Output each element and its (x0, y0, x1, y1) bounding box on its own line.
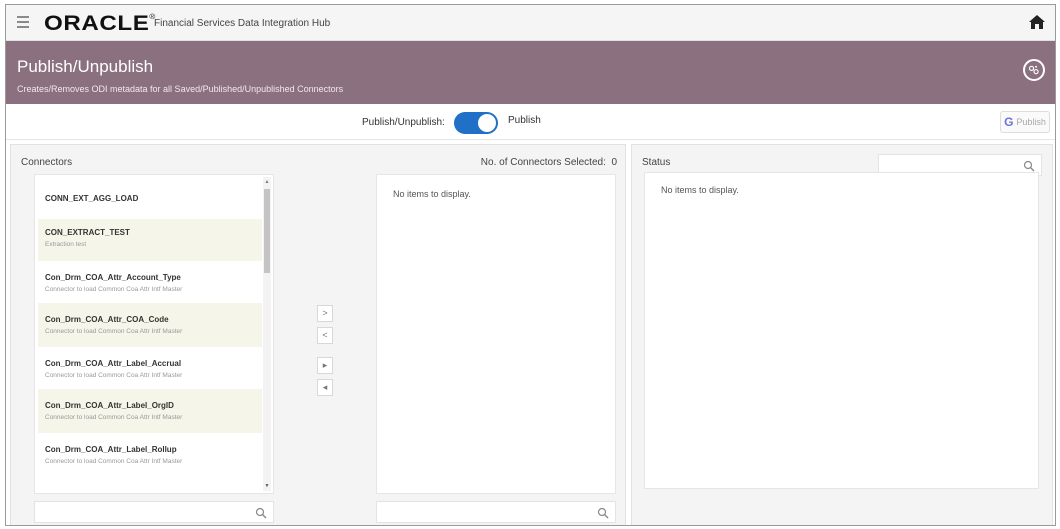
home-icon[interactable] (1028, 14, 1046, 30)
search-icon (597, 507, 609, 519)
empty-message: No items to display. (393, 189, 471, 199)
move-all-right-button[interactable]: ▸ (317, 357, 333, 374)
list-item[interactable]: Con_Drm_COA_Attr_Label_OrgID Connector t… (38, 389, 262, 433)
list-scrollbar[interactable]: ▲ ▼ (263, 177, 271, 491)
list-item[interactable]: Con_Drm_COA_Attr_Label_Rollup Connector … (38, 433, 262, 477)
page-title: Publish/Unpublish (17, 57, 154, 76)
scroll-up-icon[interactable]: ▲ (263, 177, 271, 187)
search-icon (255, 507, 267, 519)
publish-toggle-row: Publish/Unpublish: Publish G Publish (6, 104, 1055, 140)
oracle-logo: ORACLE® (44, 12, 156, 35)
scroll-down-icon[interactable]: ▼ (263, 481, 271, 491)
available-search-input[interactable] (34, 501, 274, 523)
list-item[interactable]: CONN_EXT_AGG_LOAD (38, 185, 262, 215)
app-window: ORACLE® Financial Services Data Integrat… (5, 4, 1056, 526)
publish-button-label: Publish (1016, 117, 1046, 127)
count-value: 0 (611, 157, 617, 168)
publish-button[interactable]: G Publish (1000, 111, 1050, 133)
list-item[interactable]: Con_Drm_COA_Attr_Label_Accrual Connector… (38, 347, 262, 389)
top-bar: ORACLE® Financial Services Data Integrat… (6, 5, 1055, 41)
count-label: No. of Connectors Selected: (480, 157, 606, 168)
status-list[interactable]: No items to display. (644, 172, 1039, 489)
toggle-knob (478, 114, 496, 132)
connectors-panel: Connectors No. of Connectors Selected: 0… (10, 144, 626, 525)
toggle-state-label: Publish (508, 115, 541, 126)
publish-unpublish-toggle[interactable] (454, 112, 498, 134)
list-item[interactable]: Con_Drm_COA_Attr_COA_Code Connector to l… (38, 303, 262, 347)
selected-search-input[interactable] (376, 501, 616, 523)
list-item[interactable]: CON_EXTRACT_TEST Extraction test (38, 219, 262, 261)
page-subtitle: Creates/Removes ODI metadata for all Sav… (17, 84, 344, 94)
status-panel: Status No items to display. (631, 144, 1053, 525)
settings-circle-icon[interactable] (1023, 59, 1045, 81)
move-right-button[interactable]: > (317, 305, 333, 322)
app-title: Financial Services Data Integration Hub (154, 18, 331, 29)
hamburger-menu-icon[interactable] (17, 16, 29, 28)
page-banner: Publish/Unpublish Creates/Removes ODI me… (6, 41, 1055, 104)
search-icon (1023, 160, 1035, 172)
list-item[interactable]: Con_Drm_COA_Attr_Account_Type Connector … (38, 261, 262, 303)
available-connectors-list[interactable]: CONN_EXT_AGG_LOAD CON_EXTRACT_TEST Extra… (34, 174, 274, 494)
publish-icon: G (1004, 115, 1014, 129)
scroll-thumb[interactable] (264, 189, 270, 273)
connectors-selected-count: No. of Connectors Selected: 0 (481, 157, 617, 168)
connectors-header: Connectors (21, 157, 73, 168)
toggle-label: Publish/Unpublish: (362, 117, 445, 128)
selected-connectors-list[interactable]: No items to display. (376, 174, 616, 494)
move-all-left-button[interactable]: ◂ (317, 379, 333, 396)
move-left-button[interactable]: < (317, 327, 333, 344)
empty-message: No items to display. (661, 185, 739, 195)
status-header: Status (642, 157, 671, 168)
